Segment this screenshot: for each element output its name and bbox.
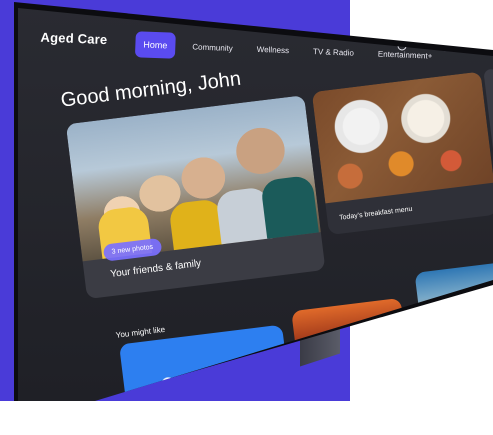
tv-screen: Aged Care Home Community Wellness TV & R…	[18, 8, 493, 401]
home-content: Good morning, John 3 new photos Your fri…	[18, 8, 493, 401]
breakfast-menu-card[interactable]: Today's breakfast menu	[311, 71, 493, 236]
friends-family-title: Your friends & family	[109, 257, 202, 281]
you-might-like-title: You might like	[115, 324, 166, 340]
friends-family-card[interactable]: 3 new photos Your friends & family	[65, 95, 326, 300]
friends-family-photo	[65, 95, 321, 262]
breakfast-menu-title: Today's breakfast menu	[338, 205, 413, 222]
breakfast-photo	[311, 71, 493, 204]
recommendation-card-3[interactable]	[414, 261, 493, 321]
photo-person-4	[260, 174, 319, 239]
